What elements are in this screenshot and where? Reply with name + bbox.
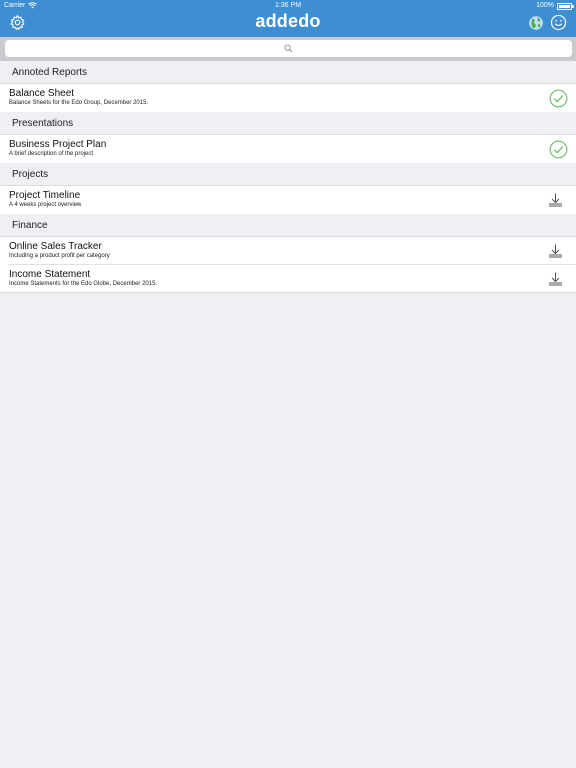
list-item-business-project-plan[interactable]: Business Project Plan A brief descriptio…	[0, 135, 576, 163]
section-header-projects: Projects	[0, 163, 576, 186]
download-icon[interactable]	[548, 272, 563, 286]
section-header-finance: Finance	[0, 214, 576, 237]
smiley-icon[interactable]	[550, 14, 567, 31]
divider	[0, 292, 576, 293]
globe-icon[interactable]	[528, 15, 544, 31]
item-title: Income Statement	[9, 269, 91, 280]
list-item-online-sales-tracker[interactable]: Online Sales Tracker Including a product…	[0, 237, 576, 265]
list-item-balance-sheet[interactable]: Balance Sheet Balance Sheets for the Edo…	[0, 84, 576, 112]
download-icon[interactable]	[548, 193, 563, 207]
check-circle-icon[interactable]	[549, 89, 568, 108]
app-logo: addedo	[255, 11, 321, 31]
item-subtitle: A 4 weeks project overview	[9, 202, 82, 208]
item-title: Project Timeline	[9, 190, 81, 201]
item-subtitle: Including a product profit per category	[9, 253, 110, 259]
list-item-project-timeline[interactable]: Project Timeline A 4 weeks project overv…	[0, 186, 576, 214]
search-input[interactable]	[5, 40, 572, 57]
list-item-income-statement[interactable]: Income Statement Income Statements for t…	[0, 265, 576, 293]
item-subtitle: A brief description of the project	[9, 151, 94, 157]
item-title: Online Sales Tracker	[9, 241, 102, 252]
search-bar	[0, 37, 576, 61]
battery-icon	[557, 3, 574, 10]
section-header-presentations: Presentations	[0, 112, 576, 135]
search-icon	[284, 44, 293, 53]
download-icon[interactable]	[548, 244, 563, 258]
item-title: Business Project Plan	[9, 139, 107, 150]
item-subtitle: Income Statements for the Edo Globe, Dec…	[9, 281, 158, 287]
item-title: Balance Sheet	[9, 88, 75, 99]
check-circle-icon[interactable]	[549, 140, 568, 159]
section-header-annoted-reports: Annoted Reports	[0, 61, 576, 84]
item-subtitle: Balance Sheets for the Edo Group, Decemb…	[9, 100, 149, 106]
